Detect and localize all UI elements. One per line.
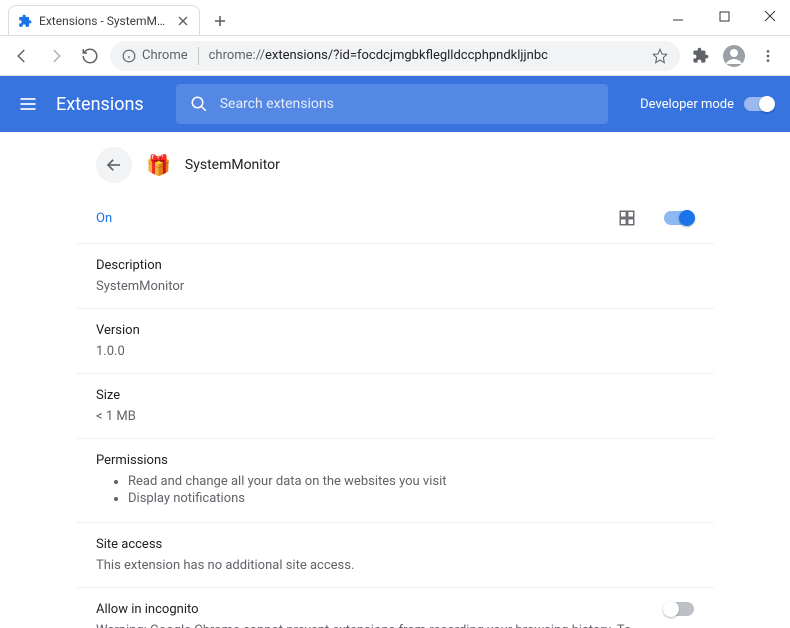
reload-button[interactable] [76,42,104,70]
window-controls [664,6,784,26]
section-body: Warning: Google Chrome cannot prevent ex… [96,623,644,628]
bookmark-star-icon[interactable] [652,48,668,64]
hamburger-menu-button[interactable] [16,92,40,116]
section-title: Version [96,323,694,338]
developer-mode-label: Developer mode [640,97,734,112]
forward-button[interactable] [42,42,70,70]
version-section: Version 1.0.0 [76,308,714,373]
extension-name: SystemMonitor [185,157,280,173]
section-body: SystemMonitor [96,279,694,294]
section-title: Permissions [96,453,694,468]
incognito-section: Allow in incognito Warning: Google Chrom… [76,587,714,628]
grid-view-icon[interactable] [618,209,636,227]
back-button[interactable] [8,42,36,70]
section-title: Site access [96,537,694,552]
extension-enabled-toggle[interactable] [664,211,694,225]
card-header: 🎁 SystemMonitor [76,133,714,193]
permissions-section: Permissions Read and change all your dat… [76,438,714,522]
list-item: Display notifications [128,491,694,506]
section-title: Size [96,388,694,403]
size-section: Size < 1 MB [76,373,714,438]
url-text[interactable]: chrome://extensions/?id=focdcjmgbkflegll… [209,48,642,63]
back-circle-button[interactable] [96,147,132,183]
enabled-row: On [76,193,714,243]
section-title: Description [96,258,694,273]
maximize-button[interactable] [710,6,738,26]
omnibox[interactable]: Chrome chrome://extensions/?id=focdcjmgb… [110,41,680,71]
developer-mode-toggle[interactable] [744,97,774,111]
site-access-section: Site access This extension has no additi… [76,522,714,587]
description-section: Description SystemMonitor [76,243,714,308]
profile-avatar-icon[interactable] [720,42,748,70]
menu-kebab-icon[interactable] [754,42,782,70]
list-item: Read and change all your data on the web… [128,474,694,489]
window-titlebar: Extensions - SystemMonitor [0,0,790,36]
search-icon [190,95,208,113]
omnibox-separator [198,47,199,65]
extensions-appbar: Extensions Developer mode [0,76,790,132]
new-tab-button[interactable] [206,7,234,35]
appbar-title: Extensions [56,94,144,115]
permissions-list: Read and change all your data on the web… [96,474,694,506]
incognito-toggle[interactable] [664,602,694,616]
search-input[interactable] [220,96,594,112]
section-body: 1.0.0 [96,344,694,359]
close-tab-button[interactable] [175,13,191,29]
search-extensions-box[interactable] [176,84,608,124]
site-info-label: Chrome [142,48,188,63]
section-body: This extension has no additional site ac… [96,558,694,573]
section-title: Allow in incognito [96,602,644,617]
extension-gift-icon: 🎁 [146,153,171,177]
browser-toolbar: Chrome chrome://extensions/?id=focdcjmgb… [0,36,790,76]
extensions-puzzle-icon[interactable] [686,42,714,70]
on-label: On [96,211,112,226]
site-info-chip[interactable]: Chrome [122,48,188,63]
puzzle-icon [17,13,33,29]
minimize-button[interactable] [664,6,692,26]
content-scroll[interactable]: 🎁 SystemMonitor On Description SystemMon… [0,132,790,628]
section-body: < 1 MB [96,409,694,424]
close-window-button[interactable] [756,6,784,26]
extension-detail-card: 🎁 SystemMonitor On Description SystemMon… [75,132,715,628]
tab-title: Extensions - SystemMonitor [39,14,169,28]
developer-mode-row: Developer mode [640,97,774,112]
browser-tab[interactable]: Extensions - SystemMonitor [8,5,200,35]
